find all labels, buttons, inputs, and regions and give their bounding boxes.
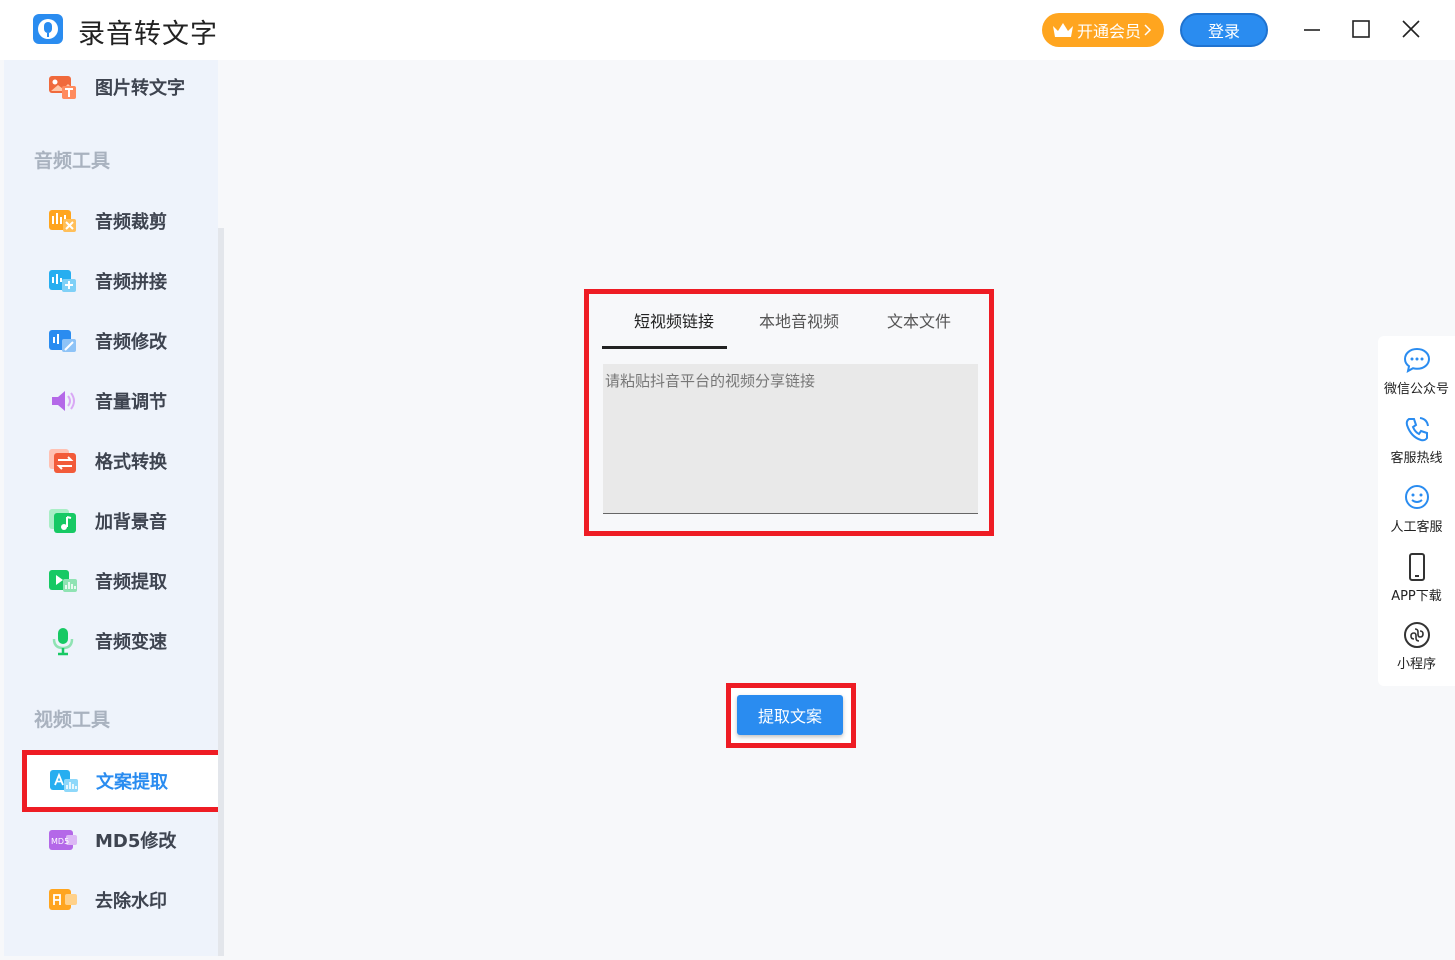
section-title-video: 视频工具 [34, 709, 111, 731]
tab-local-media[interactable]: 本地音视频 [749, 308, 849, 348]
sidebar-item-label: 音量调节 [95, 392, 167, 413]
sidebar-item-image-to-text[interactable]: 图片转文字 [18, 60, 218, 114]
microphone-icon [48, 626, 78, 656]
sidebar-item-label: 音频提取 [95, 572, 167, 593]
music-note-icon [48, 506, 78, 536]
sidebar-item-label: 去除水印 [95, 891, 167, 912]
float-label: APP下载 [1391, 589, 1442, 604]
sidebar-item-audio-extract[interactable]: 音频提取 [18, 554, 218, 608]
float-item-hotline[interactable]: 客服热线 [1378, 407, 1455, 469]
sidebar-item-label: 音频裁剪 [95, 212, 167, 233]
phone-icon [1405, 417, 1429, 442]
link-input[interactable] [603, 364, 978, 514]
crown-icon [1052, 22, 1074, 38]
sidebar-item-md5-edit[interactable]: MD5 MD5修改 [18, 813, 218, 867]
watermark-icon [48, 885, 78, 915]
format-convert-icon [48, 446, 78, 476]
sidebar-item-label: 音频拼接 [95, 272, 167, 293]
md5-icon: MD5 [48, 825, 78, 855]
audio-join-icon [48, 266, 78, 296]
vip-button[interactable]: 开通会员 [1042, 13, 1164, 47]
float-label: 客服热线 [1390, 451, 1443, 466]
float-item-mini-program[interactable]: 小程序 [1378, 613, 1455, 675]
chat-bubble-icon [1403, 347, 1430, 373]
sidebar-item-label: MD5修改 [95, 831, 177, 852]
sidebar-item-audio-cut[interactable]: 音频裁剪 [18, 194, 218, 248]
audio-cut-icon [48, 206, 78, 236]
section-title-audio: 音频工具 [34, 150, 111, 172]
input-panel: 短视频链接 本地音视频 文本文件 [584, 289, 994, 536]
sidebar-item-bg-music[interactable]: 加背景音 [18, 494, 218, 548]
float-label: 微信公众号 [1383, 382, 1449, 397]
sidebar-item-format-convert[interactable]: 格式转换 [18, 434, 218, 488]
sidebar-item-copy-extract[interactable]: 文案提取 [22, 750, 224, 812]
minimize-icon[interactable] [1297, 14, 1327, 44]
float-item-service[interactable]: 人工客服 [1378, 476, 1455, 538]
sidebar-item-audio-edit[interactable]: 音频修改 [18, 314, 218, 368]
svg-text:MD5: MD5 [51, 837, 69, 846]
image-text-icon [48, 72, 78, 102]
login-button[interactable]: 登录 [1180, 13, 1268, 47]
mobile-phone-icon [1408, 553, 1425, 581]
audio-edit-icon [48, 326, 78, 356]
active-tab-indicator [602, 346, 727, 349]
sidebar-item-label: 文案提取 [96, 772, 168, 793]
float-label: 小程序 [1396, 657, 1436, 672]
extract-button-frame: 提取文案 [726, 683, 856, 748]
vip-label: 开通会员 [1077, 22, 1142, 41]
sidebar-item-label: 音频变速 [95, 632, 167, 653]
float-item-app-download[interactable]: APP下载 [1378, 545, 1455, 607]
copy-extract-icon [49, 766, 79, 796]
maximize-icon[interactable] [1346, 14, 1376, 44]
float-label: 人工客服 [1390, 520, 1443, 535]
sidebar-item-audio-join[interactable]: 音频拼接 [18, 254, 218, 308]
source-tabs: 短视频链接 本地音视频 文本文件 [602, 302, 982, 350]
sidebar-item-label: 加背景音 [95, 512, 167, 533]
sidebar-item-remove-watermark[interactable]: 去除水印 [18, 873, 218, 927]
chevron-right-icon [1144, 21, 1152, 40]
extract-copy-button[interactable]: 提取文案 [737, 695, 843, 735]
right-float-bar: 微信公众号 客服热线 人工客服 APP下载 小程序 [1378, 336, 1455, 686]
sidebar-item-volume[interactable]: 音量调节 [18, 374, 218, 428]
close-icon[interactable] [1396, 14, 1426, 44]
audio-extract-icon [48, 566, 78, 596]
sidebar: 图片转文字 音频工具 音频裁剪 音频拼接 音频修改 音量调节 格式转换 加背景音… [4, 60, 224, 956]
mini-program-icon [1403, 622, 1430, 648]
sidebar-item-audio-speed[interactable]: 音频变速 [18, 614, 218, 668]
volume-icon [48, 386, 78, 416]
float-item-wechat[interactable]: 微信公众号 [1378, 338, 1455, 400]
tab-text-file[interactable]: 文本文件 [874, 308, 964, 348]
sidebar-item-label: 音频修改 [95, 332, 167, 353]
smile-icon [1404, 485, 1429, 509]
sidebar-item-label: 图片转文字 [95, 78, 185, 99]
app-title: 录音转文字 [78, 19, 218, 50]
sidebar-item-label: 格式转换 [95, 452, 167, 473]
app-logo-icon [33, 14, 63, 44]
title-bar: 录音转文字 开通会员 登录 [0, 0, 1455, 60]
tab-short-video-link[interactable]: 短视频链接 [624, 308, 724, 348]
